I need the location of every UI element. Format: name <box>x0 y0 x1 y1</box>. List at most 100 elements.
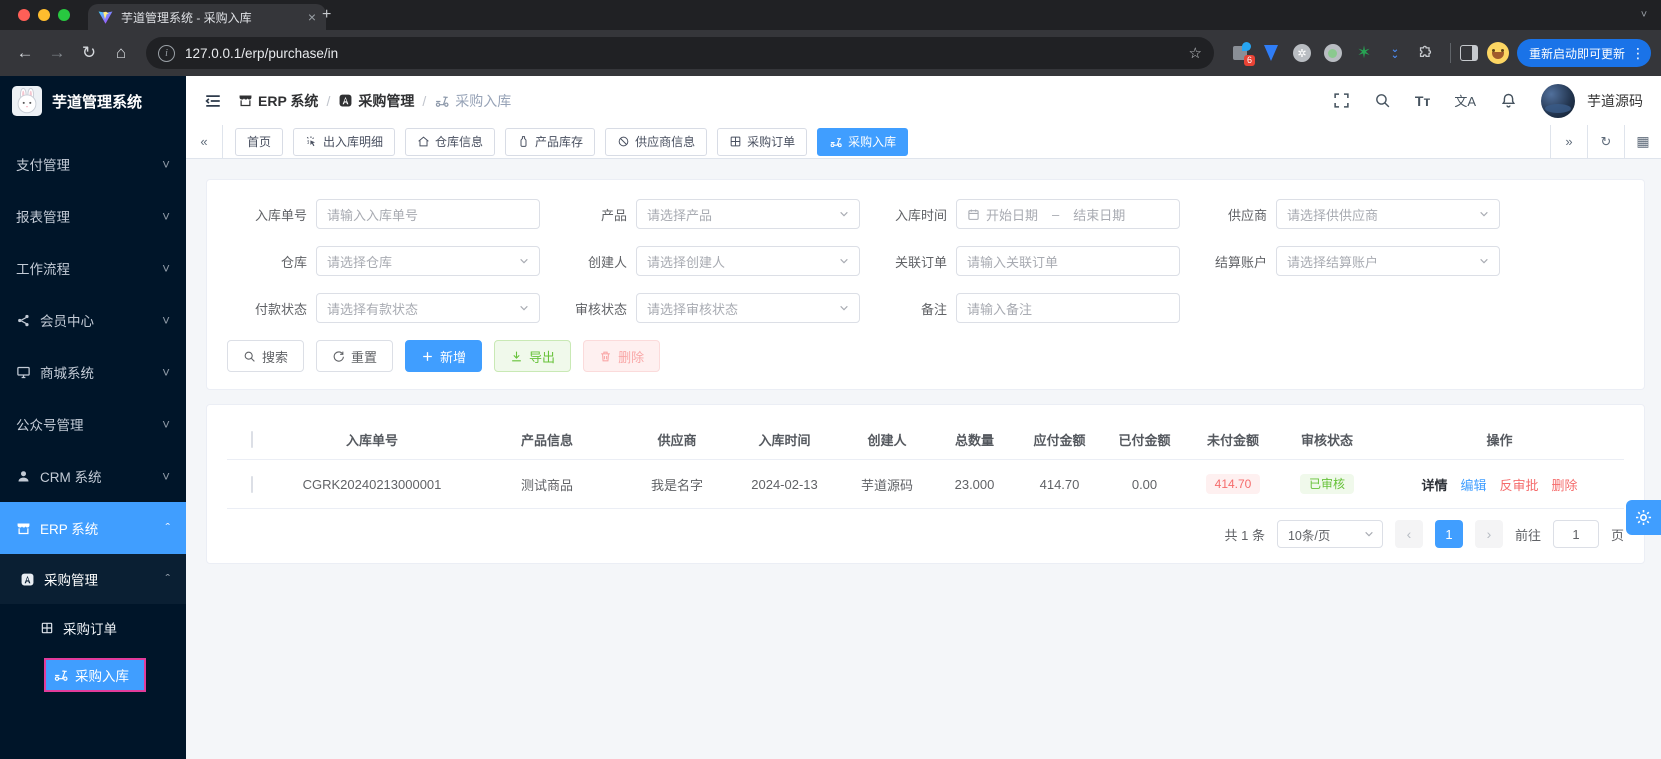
cell-paid: 0.00 <box>1131 476 1158 492</box>
unaudit-link[interactable]: 反审批 <box>1500 475 1539 494</box>
current-page-button[interactable]: 1 <box>1434 520 1463 548</box>
cell-qty: 23.000 <box>954 476 995 492</box>
warehouse-select[interactable]: 请选择仓库 <box>316 246 540 276</box>
fullscreen-icon[interactable] <box>1333 92 1350 109</box>
view-tab-warehouse[interactable]: 仓库信息 <box>405 127 496 156</box>
bookmark-star-icon[interactable]: ☆ <box>1189 44 1202 62</box>
payment-status-select[interactable]: 请选择有款状态 <box>316 293 540 323</box>
view-tab-purchase-order[interactable]: 采购订单 <box>717 127 808 156</box>
content-pane: ERP 系统 / 采购管理 / 采购入库 Tт 文A 芋道源码 « 首页 出入库… <box>186 76 1661 759</box>
bell-icon[interactable] <box>1500 92 1517 109</box>
row-checkbox[interactable] <box>251 475 253 493</box>
chevron-down-icon: ˅ <box>162 156 170 172</box>
site-info-icon[interactable]: i <box>158 44 175 62</box>
tab-close-icon[interactable]: × <box>308 10 316 24</box>
tabs-menu-icon[interactable]: ▦ <box>1624 125 1661 158</box>
view-tab-home[interactable]: 首页 <box>235 127 284 156</box>
browser-tab[interactable]: 芋道管理系统 - 采购入库 × <box>88 4 326 30</box>
zoom-window-button[interactable] <box>58 9 70 21</box>
view-tab-product-stock[interactable]: 产品库存 <box>505 127 596 156</box>
update-label: 重新启动即可更新 <box>1528 46 1625 61</box>
sidebar-item-mall[interactable]: 商城系统 ˅ <box>0 346 186 398</box>
sidebar-item-payment[interactable]: 支付管理 ˅ <box>0 138 186 190</box>
audit-status-select[interactable]: 请选择审核状态 <box>636 293 860 323</box>
cell-supplier: 我是名字 <box>650 477 703 493</box>
search-button[interactable]: 搜索 <box>227 340 305 372</box>
home-icon[interactable]: ⌂ <box>106 38 136 68</box>
chrome-menu-icon[interactable]: ⋮ <box>1631 45 1645 62</box>
sidebar-item-crm[interactable]: CRM 系统 ˅ <box>0 450 186 502</box>
chevrons-extension-icon[interactable]: ⌄ ⌄ <box>1385 43 1405 63</box>
supplier-select[interactable]: 请选择供供应商 <box>1276 199 1500 229</box>
breadcrumb-erp[interactable]: ERP 系统 <box>238 91 318 111</box>
sidebar-item-purchase-order[interactable]: 采购订单 <box>0 604 186 652</box>
inbound-no-input[interactable]: 请输入入库单号 <box>316 199 540 229</box>
prev-page-button[interactable]: ‹ <box>1394 520 1423 548</box>
snowflake-extension-icon[interactable]: ✲ <box>1292 43 1312 63</box>
search-icon[interactable] <box>1374 92 1391 109</box>
chrome-update-button[interactable]: 重新启动即可更新 ⋮ <box>1516 39 1651 67</box>
language-icon[interactable]: 文A <box>1454 91 1476 110</box>
view-tab-stock-record[interactable]: 出入库明细 <box>293 127 396 156</box>
new-tab-button[interactable]: + <box>322 7 331 23</box>
next-page-button[interactable]: › <box>1474 520 1503 548</box>
filter-inbound-no: 入库单号 请输入入库单号 <box>227 199 547 229</box>
forward-icon[interactable]: → <box>42 38 72 68</box>
reload-icon[interactable]: ↻ <box>74 38 104 68</box>
related-order-input[interactable]: 请输入关联订单 <box>956 246 1180 276</box>
star-extension-icon[interactable]: ✶ <box>1354 43 1374 63</box>
sidebar-item-report[interactable]: 报表管理 ˅ <box>0 190 186 242</box>
address-bar[interactable]: i 127.0.0.1/erp/purchase/in ☆ <box>146 37 1214 69</box>
username[interactable]: 芋道源码 <box>1587 91 1643 111</box>
product-select[interactable]: 请选择产品 <box>636 199 860 229</box>
url-text[interactable]: 127.0.0.1/erp/purchase/in <box>185 46 1181 61</box>
sidebar-item-erp[interactable]: ERP 系统 ˆ <box>0 502 186 554</box>
font-size-icon[interactable]: Tт <box>1415 93 1430 109</box>
edit-link[interactable]: 编辑 <box>1460 475 1486 494</box>
date-range-picker[interactable]: 开始日期 – 结束日期 <box>956 199 1180 229</box>
reset-button[interactable]: 重置 <box>316 340 394 372</box>
view-tab-supplier[interactable]: 供应商信息 <box>605 127 708 156</box>
puzzle-extensions-icon[interactable] <box>1416 43 1436 63</box>
tabs-scroll-left-icon[interactable]: « <box>186 125 223 158</box>
extension-badge: 6 <box>1243 55 1255 66</box>
col-unpaid: 未付金额 <box>1206 432 1259 448</box>
tab-search-icon[interactable]: ˅ <box>1635 6 1653 24</box>
page-unit-label: 页 <box>1610 527 1624 543</box>
col-date: 入库时间 <box>758 432 811 448</box>
chevron-down-icon <box>1364 529 1374 539</box>
creator-select[interactable]: 请选择创建人 <box>636 246 860 276</box>
goto-page-input[interactable]: 1 <box>1552 520 1599 548</box>
kite-extension-icon[interactable] <box>1261 43 1281 63</box>
house-icon <box>417 135 430 148</box>
sidebar-item-wechat[interactable]: 公众号管理 ˅ <box>0 398 186 450</box>
add-button[interactable]: 新增 <box>405 340 483 372</box>
profile-avatar[interactable] <box>1486 42 1509 64</box>
menu-fold-icon[interactable] <box>204 92 222 110</box>
minimize-window-button[interactable] <box>38 9 50 21</box>
tabs-scroll-right-icon[interactable]: » <box>1550 125 1587 158</box>
settings-gear-button[interactable] <box>1626 500 1661 535</box>
delete-link[interactable]: 删除 <box>1552 475 1578 494</box>
delete-button[interactable]: 删除 <box>583 340 661 372</box>
settle-account-select[interactable]: 请选择结算账户 <box>1276 246 1500 276</box>
adblock-extension-icon[interactable]: 6 <box>1230 42 1255 66</box>
remark-input[interactable]: 请输入备注 <box>956 293 1180 323</box>
breadcrumb-purchase-mgmt[interactable]: 采购管理 <box>338 91 414 111</box>
dot-extension-icon[interactable] <box>1323 43 1343 63</box>
user-avatar[interactable] <box>1541 83 1575 118</box>
view-tab-purchase-in[interactable]: 采购入库 <box>817 127 909 156</box>
sidebar-item-purchase-mgmt[interactable]: 采购管理 ˆ <box>0 554 186 604</box>
detail-link[interactable]: 详情 <box>1421 475 1447 494</box>
export-button[interactable]: 导出 <box>494 340 572 372</box>
sidebar-item-purchase-in[interactable]: 采购入库 <box>44 658 146 692</box>
page-size-select[interactable]: 10条/页 <box>1276 520 1383 548</box>
side-panel-icon[interactable] <box>1459 43 1479 63</box>
sidebar-logo[interactable]: 芋道管理系统 <box>0 76 186 126</box>
back-icon[interactable]: ← <box>10 38 40 68</box>
tabs-refresh-icon[interactable]: ↻ <box>1587 125 1624 158</box>
sidebar-item-workflow[interactable]: 工作流程 ˅ <box>0 242 186 294</box>
close-window-button[interactable] <box>18 9 30 21</box>
select-all-checkbox[interactable] <box>251 430 253 448</box>
sidebar-item-member[interactable]: 会员中心 ˅ <box>0 294 186 346</box>
